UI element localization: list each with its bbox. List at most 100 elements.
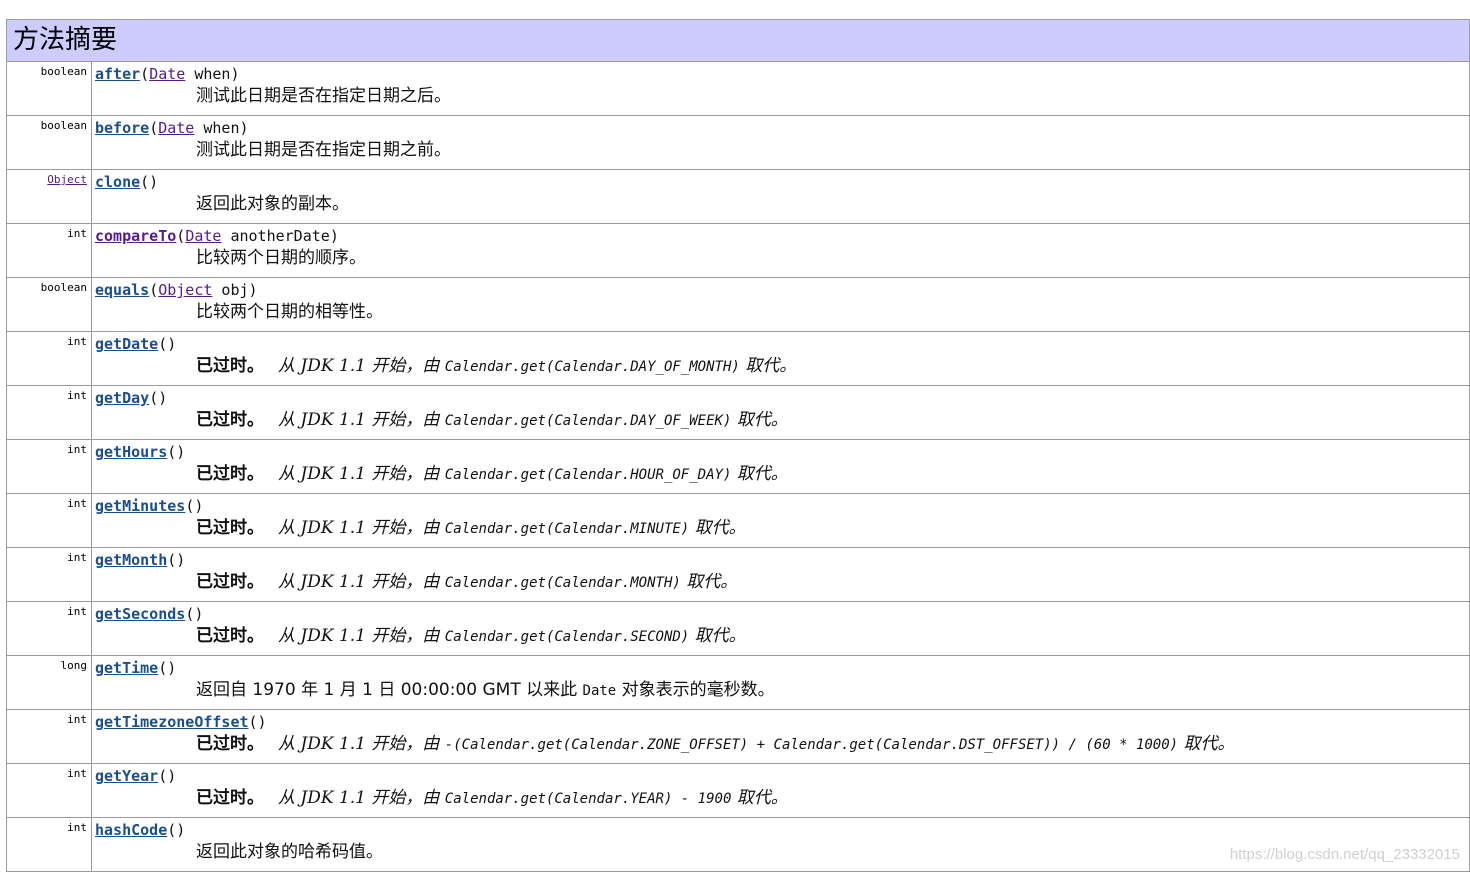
return-type: int xyxy=(67,551,87,564)
deprecation-note: 从 JDK 1.1 开始，由 Calendar.get(Calendar.MON… xyxy=(278,572,737,592)
description-text: 返回此对象的哈希码值。 xyxy=(196,842,383,862)
method-description: 已过时。从 JDK 1.1 开始，由 Calendar.get(Calendar… xyxy=(92,517,1469,540)
signature-paren: ) xyxy=(248,281,258,299)
method-signature: after(Date when) xyxy=(92,62,1469,85)
method-description: 已过时。从 JDK 1.1 开始，由 Calendar.get(Calendar… xyxy=(92,625,1469,648)
page-title: 方法摘要 xyxy=(13,25,118,55)
description-text: 测试此日期是否在指定日期之后。 xyxy=(196,86,451,106)
deprecation-text: 取代。 xyxy=(731,788,788,808)
method-link-getMonth[interactable]: getMonth xyxy=(95,551,167,569)
return-type: int xyxy=(67,335,87,348)
param-type-link[interactable]: Date xyxy=(185,227,221,245)
description-text: 返回自 1970 年 1 月 1 日 00:00:00 GMT 以来此 xyxy=(196,680,583,700)
description-text: 测试此日期是否在指定日期之前。 xyxy=(196,140,451,160)
param-type-link[interactable]: Object xyxy=(158,281,212,299)
method-description: 返回自 1970 年 1 月 1 日 00:00:00 GMT 以来此 Date… xyxy=(92,679,1469,702)
description-text: 对象表示的毫秒数。 xyxy=(616,680,775,700)
signature-paren: () xyxy=(185,497,204,515)
return-type-cell: int xyxy=(6,601,92,656)
table-header-cell: 方法摘要 xyxy=(6,19,1470,62)
signature-paren: ( xyxy=(149,281,159,299)
description-text: 比较两个日期的相等性。 xyxy=(196,302,383,322)
replacement-code: Calendar.get(Calendar.SECOND) xyxy=(444,629,690,645)
method-signature: getYear() xyxy=(92,764,1469,787)
method-link-equals[interactable]: equals xyxy=(95,281,149,299)
deprecation-text: 取代。 xyxy=(689,518,746,538)
method-detail-cell: getTimezoneOffset() 已过时。从 JDK 1.1 开始，由 -(… xyxy=(91,709,1470,764)
deprecation-note: 从 JDK 1.1 开始，由 Calendar.get(Calendar.SEC… xyxy=(278,626,746,646)
method-detail-cell: before(Date when) 测试此日期是否在指定日期之前。 xyxy=(91,115,1470,170)
signature-paren: ( xyxy=(176,227,186,245)
method-link-getYear[interactable]: getYear xyxy=(95,767,158,785)
deprecation-text: 取代。 xyxy=(739,356,797,376)
method-link-compareTo[interactable]: compareTo xyxy=(95,227,176,245)
method-link-getTime[interactable]: getTime xyxy=(95,659,158,677)
inline-code: Date xyxy=(582,683,617,699)
method-row-getMinutes: int getMinutes() 已过时。从 JDK 1.1 开始，由 Calend… xyxy=(6,493,1470,548)
method-link-before[interactable]: before xyxy=(95,119,149,137)
method-link-getDate[interactable]: getDate xyxy=(95,335,158,353)
param-type-link[interactable]: Date xyxy=(149,65,185,83)
method-row-getHours: int getHours() 已过时。从 JDK 1.1 开始，由 Calendar… xyxy=(6,439,1470,494)
method-detail-cell: getDay() 已过时。从 JDK 1.1 开始，由 Calendar.get(… xyxy=(91,385,1470,440)
deprecation-text: 取代。 xyxy=(689,626,746,646)
method-signature: getTime() xyxy=(92,656,1469,679)
method-signature: compareTo(Date anotherDate) xyxy=(92,224,1469,247)
method-detail-cell: equals(Object obj) 比较两个日期的相等性。 xyxy=(91,277,1470,332)
deprecation-text: 取代。 xyxy=(731,410,788,430)
method-description: 比较两个日期的相等性。 xyxy=(92,301,1469,323)
method-link-getMinutes[interactable]: getMinutes xyxy=(95,497,185,515)
method-row-getYear: int getYear() 已过时。从 JDK 1.1 开始，由 Calendar.… xyxy=(6,763,1470,818)
method-link-getTimezoneOffset[interactable]: getTimezoneOffset xyxy=(95,713,249,731)
return-type-cell: boolean xyxy=(6,61,92,116)
signature-paren: () xyxy=(248,713,267,731)
param-type-link[interactable]: Date xyxy=(158,119,194,137)
method-signature: before(Date when) xyxy=(92,116,1469,139)
method-link-getDay[interactable]: getDay xyxy=(95,389,149,407)
method-link-clone[interactable]: clone xyxy=(95,173,140,191)
method-signature: getTimezoneOffset() xyxy=(92,710,1469,733)
method-detail-cell: getHours() 已过时。从 JDK 1.1 开始，由 Calendar.ge… xyxy=(91,439,1470,494)
watermark-text: https://blog.csdn.net/qq_23332015 xyxy=(1229,846,1460,863)
method-detail-cell: after(Date when) 测试此日期是否在指定日期之后。 xyxy=(91,61,1470,116)
method-link-getHours[interactable]: getHours xyxy=(95,443,167,461)
method-row-compareTo: int compareTo(Date anotherDate) 比较两个日期的顺序。 xyxy=(6,223,1470,278)
method-description: 已过时。从 JDK 1.1 开始，由 Calendar.get(Calendar… xyxy=(92,571,1469,594)
return-type: int xyxy=(67,767,87,780)
method-signature: getHours() xyxy=(92,440,1469,463)
return-type-cell: int xyxy=(6,763,92,818)
return-type-cell: int xyxy=(6,439,92,494)
return-type-cell: int xyxy=(6,385,92,440)
return-type: int xyxy=(67,605,87,618)
method-description: 已过时。从 JDK 1.1 开始，由 Calendar.get(Calendar… xyxy=(92,463,1469,486)
deprecation-note: 从 JDK 1.1 开始，由 Calendar.get(Calendar.YEA… xyxy=(278,788,788,808)
return-type-cell: int xyxy=(6,547,92,602)
signature-paren: () xyxy=(185,605,204,623)
method-row-getTimezoneOffset: int getTimezoneOffset() 已过时。从 JDK 1.1 开始，由… xyxy=(6,709,1470,764)
return-type: int xyxy=(67,821,87,834)
method-row-getTime: long getTime() 返回自 1970 年 1 月 1 日 00:00:00… xyxy=(6,655,1470,710)
signature-paren: () xyxy=(158,659,177,677)
deprecated-label: 已过时。 xyxy=(196,464,264,484)
method-detail-cell: getTime() 返回自 1970 年 1 月 1 日 00:00:00 GMT… xyxy=(91,655,1470,710)
method-detail-cell: compareTo(Date anotherDate) 比较两个日期的顺序。 xyxy=(91,223,1470,278)
deprecated-label: 已过时。 xyxy=(196,734,264,754)
method-description: 已过时。从 JDK 1.1 开始，由 Calendar.get(Calendar… xyxy=(92,787,1469,810)
method-row-getDate: int getDate() 已过时。从 JDK 1.1 开始，由 Calendar.… xyxy=(6,331,1470,386)
signature-paren: () xyxy=(140,173,159,191)
method-link-hashCode[interactable]: hashCode xyxy=(95,821,167,839)
return-type: int xyxy=(67,497,87,510)
return-type: int xyxy=(67,713,87,726)
deprecation-text: 取代。 xyxy=(680,572,738,592)
method-detail-cell: getMinutes() 已过时。从 JDK 1.1 开始，由 Calendar.… xyxy=(91,493,1470,548)
deprecation-text: 取代。 xyxy=(731,464,788,484)
return-type-link[interactable]: Object xyxy=(7,170,91,186)
signature-paren: () xyxy=(158,767,177,785)
method-link-getSeconds[interactable]: getSeconds xyxy=(95,605,185,623)
method-description: 比较两个日期的顺序。 xyxy=(92,247,1469,269)
param-name: when xyxy=(194,119,240,137)
method-link-after[interactable]: after xyxy=(95,65,140,83)
method-description: 已过时。从 JDK 1.1 开始，由 -(Calendar.get(Calend… xyxy=(92,733,1469,756)
deprecated-label: 已过时。 xyxy=(196,788,264,808)
method-signature: getDate() xyxy=(92,332,1469,355)
